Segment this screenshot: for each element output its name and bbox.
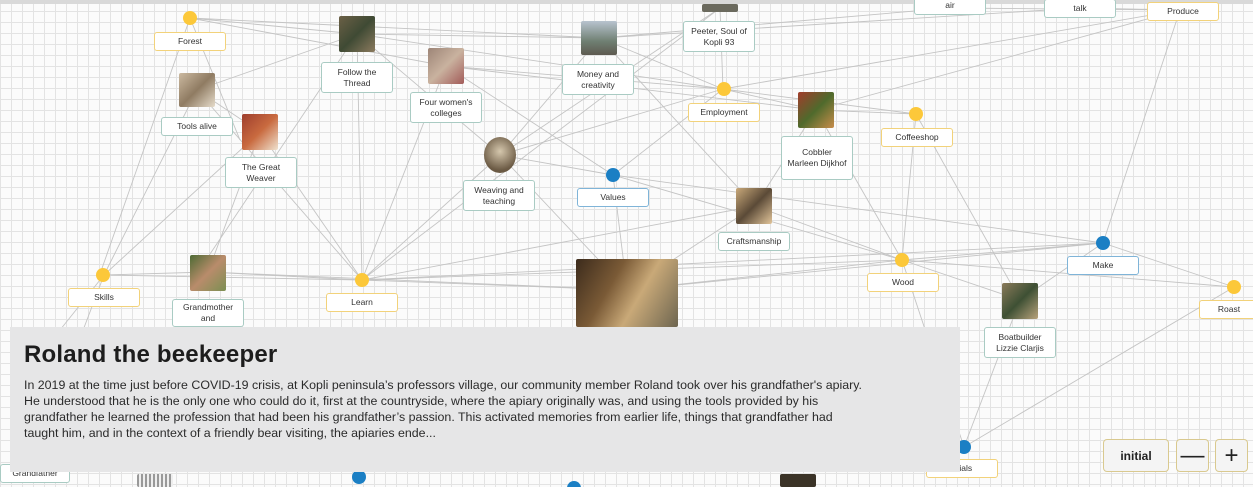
peeter-photo[interactable]	[702, 4, 738, 12]
forest-dot[interactable]	[183, 11, 197, 25]
edge-19	[599, 7, 951, 39]
tools-alive-photo[interactable]	[179, 73, 215, 107]
node-wood[interactable]: Wood	[867, 273, 939, 292]
node-talk[interactable]: talk	[1044, 0, 1116, 18]
edge-32	[103, 131, 261, 276]
edge-29	[499, 88, 724, 156]
edge-31	[259, 131, 363, 281]
great-weaver-photo[interactable]	[242, 114, 278, 150]
node-boatbuilder-lizzie[interactable]: Boatbuilder Lizzie Clarjis	[984, 327, 1056, 358]
node-follow-the-thread[interactable]: Follow the Thread	[321, 62, 393, 93]
edge-43	[815, 9, 1181, 111]
follow-thread-photo[interactable]	[339, 16, 375, 52]
node-values[interactable]: Values	[577, 188, 649, 207]
node-four-womens-colleges[interactable]: Four women's colleges	[410, 92, 482, 123]
zoom-in-button[interactable]: +	[1215, 439, 1248, 472]
node-forest[interactable]: Forest	[154, 32, 226, 51]
node-produce[interactable]: Produce	[1147, 2, 1219, 21]
cobbler-photo[interactable]	[798, 92, 834, 128]
node-learn[interactable]: Learn	[326, 293, 398, 312]
edge-50	[103, 274, 363, 281]
coffeeshop-dot[interactable]	[909, 107, 923, 121]
edge-33	[207, 131, 261, 273]
reset-view-button[interactable]: initial	[1103, 439, 1169, 472]
edge-65	[1102, 9, 1181, 244]
boatbuilder-photo[interactable]	[1002, 283, 1038, 319]
node-craftsmanship[interactable]: Craftsmanship	[718, 232, 790, 251]
node-employment[interactable]: Employment	[688, 103, 760, 122]
edge-3	[99, 17, 191, 275]
grandmother-photo[interactable]	[190, 255, 226, 291]
node-roast[interactable]: Roast	[1199, 300, 1253, 319]
edge-30	[612, 88, 724, 176]
money-creativity-photo[interactable]	[581, 21, 617, 55]
node-make[interactable]: Make	[1067, 256, 1139, 275]
weaving-teaching-photo[interactable]	[484, 137, 516, 173]
node-peeter-soul-of-kopli[interactable]: Peeter, Soul of Kopli 93	[683, 21, 755, 52]
node-coffeeshop[interactable]: Coffeeshop	[881, 128, 953, 147]
roast-dot[interactable]	[1227, 280, 1241, 294]
story-body: In 2019 at the time just before COVID-19…	[24, 378, 862, 440]
bottom-photo[interactable]	[780, 474, 816, 487]
bottom-blue-dot-1[interactable]	[352, 470, 366, 484]
roland-photo[interactable]	[576, 259, 678, 327]
learn-dot[interactable]	[355, 273, 369, 287]
node-grandmother[interactable]: Grandmother and	[172, 299, 244, 327]
node-tools-alive[interactable]: Tools alive	[161, 117, 233, 136]
craftsmanship-photo[interactable]	[736, 188, 772, 224]
edge-20	[599, 7, 1081, 39]
node-weaving-and-teaching[interactable]: Weaving and teaching	[463, 180, 535, 211]
node-great-weaver[interactable]: The Great Weaver	[225, 157, 297, 188]
node-cobbler-marleen[interactable]: Cobbler Marleen Dijkhof	[781, 136, 853, 180]
node-skills[interactable]: Skills	[68, 288, 140, 307]
zoom-out-button[interactable]: —	[1176, 439, 1209, 472]
make-dot[interactable]	[1096, 236, 1110, 250]
employment-dot[interactable]	[717, 82, 731, 96]
node-money-and-creativity[interactable]: Money and creativity	[562, 64, 634, 95]
story-title: Roland the beekeeper	[24, 341, 278, 368]
node-air[interactable]: air	[914, 0, 986, 15]
edge-35	[361, 154, 501, 281]
four-womens-photo[interactable]	[428, 48, 464, 84]
edge-34	[499, 154, 614, 176]
edge-39	[612, 174, 1104, 244]
skills-dot[interactable]	[96, 268, 110, 282]
wood-dot[interactable]	[895, 253, 909, 267]
values-dot[interactable]	[606, 168, 620, 182]
story-panel: Roland the beekeeper In 2019 at the time…	[10, 327, 960, 472]
edge-67	[963, 299, 1021, 448]
grandfather-photo[interactable]	[137, 474, 173, 487]
